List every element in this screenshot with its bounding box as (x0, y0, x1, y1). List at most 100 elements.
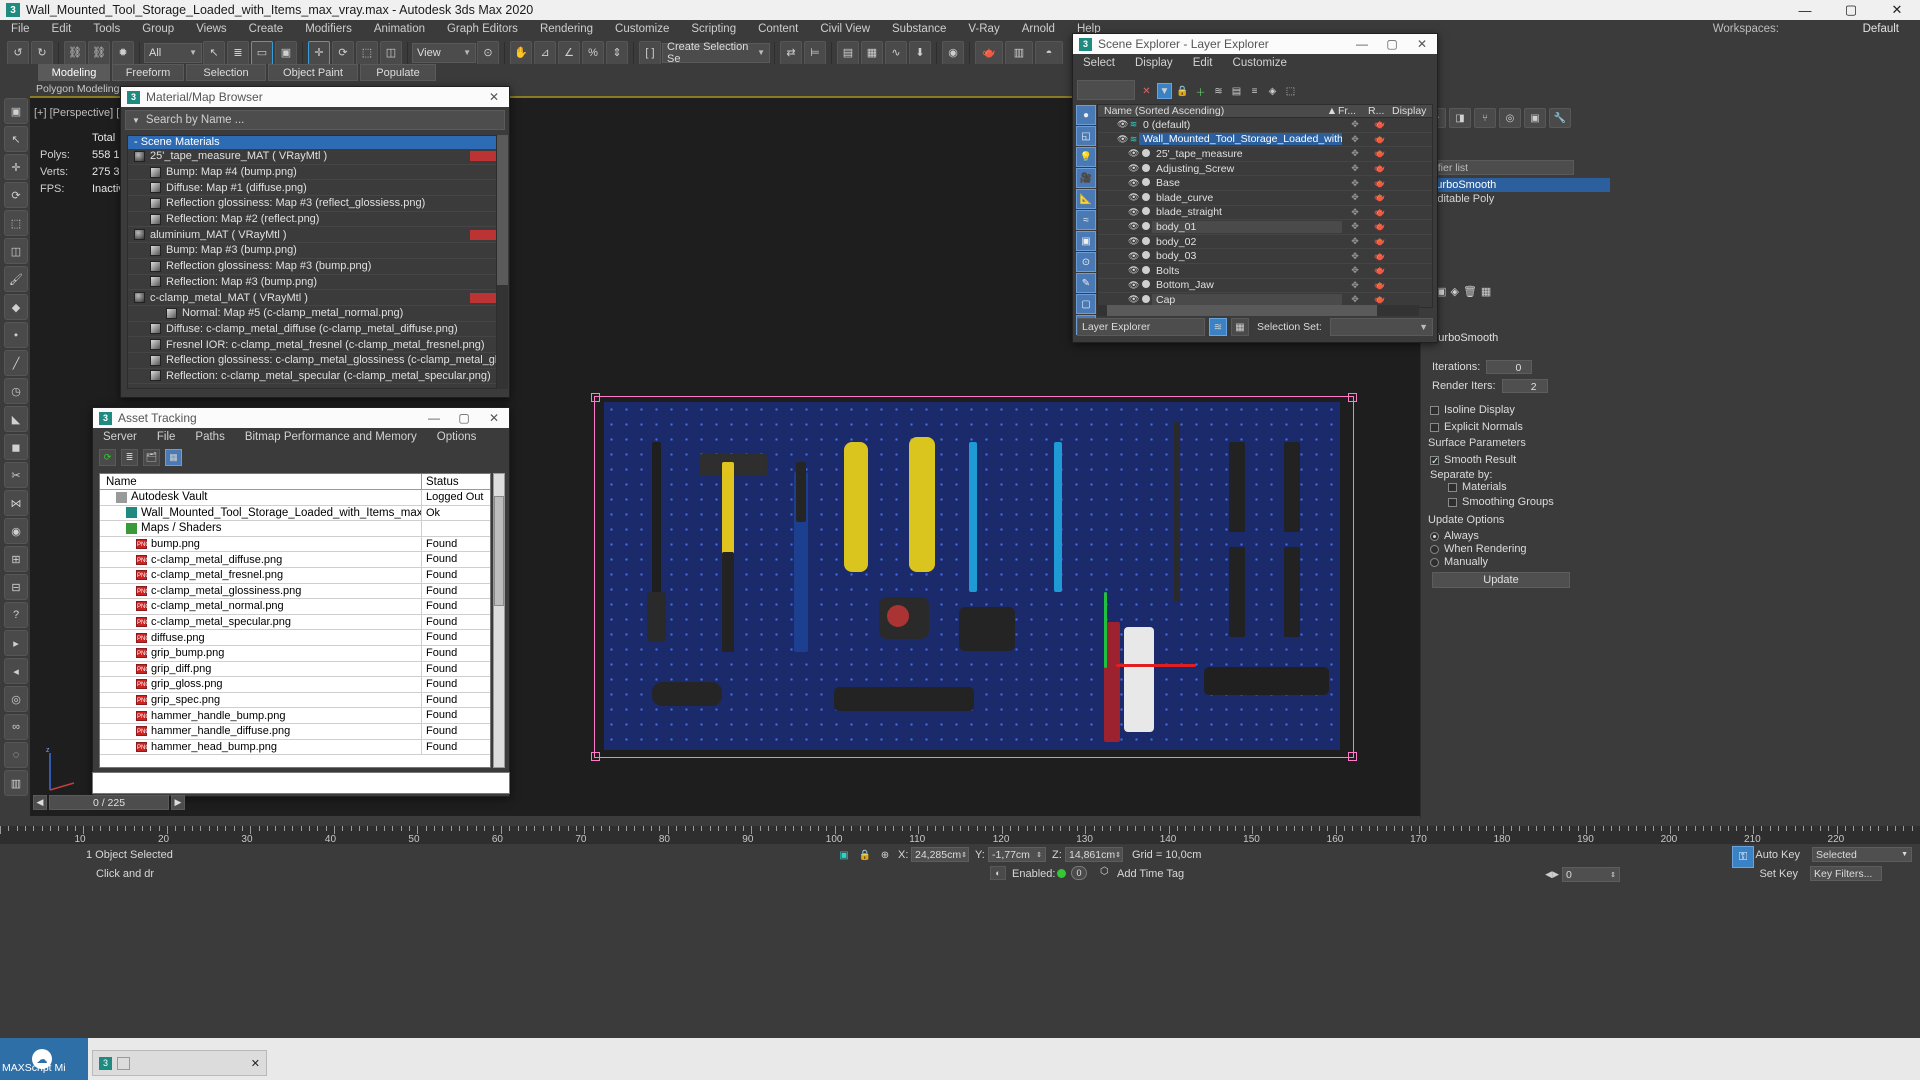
column-renderable[interactable]: R... (1368, 105, 1392, 117)
remove-modifier-icon[interactable]: 🗑 (1463, 285, 1477, 298)
minimize-icon[interactable]: — (1347, 34, 1377, 54)
view-icon[interactable]: ▥ (4, 770, 28, 796)
column-display[interactable]: Display (1392, 105, 1432, 117)
scene-explorer-icon[interactable]: ▦ (861, 40, 883, 65)
path-icon[interactable]: 🗂 (143, 448, 160, 466)
render-production-icon[interactable]: ◓ (1035, 40, 1063, 65)
asset-row[interactable]: PNG diffuse.png Found (100, 630, 490, 646)
smoothing-groups-checkbox[interactable] (1448, 498, 1457, 507)
renderable-toggle-icon[interactable]: 🫖 (1368, 236, 1392, 247)
layer-row[interactable]: 👁≋Wall_Mounted_Tool_Storage_Loaded_with_… (1098, 133, 1432, 148)
add-layer-icon[interactable]: ＋ (1193, 83, 1208, 99)
close-icon[interactable]: ✕ (479, 87, 509, 107)
column-frozen[interactable]: Fr... (1338, 105, 1368, 117)
asset-menu-file[interactable]: File (147, 431, 186, 443)
map-row[interactable]: Bump: Map #3 (bump.png) (128, 243, 496, 259)
edge-icon[interactable]: ╱ (4, 350, 28, 376)
frozen-toggle-icon[interactable]: ✥ (1342, 207, 1368, 218)
map-row[interactable]: Reflection: c-clamp_metal_specular (c-cl… (128, 369, 496, 385)
highlight-layer-icon[interactable]: ◈ (1265, 83, 1280, 99)
weld-icon[interactable]: ◉ (4, 518, 28, 544)
select-object-icon[interactable]: ↖ (203, 40, 225, 65)
taskbar-close-icon[interactable]: ✕ (251, 1057, 260, 1070)
map-row[interactable]: Fresnel IOR: c-clamp_metal_fresnel (c-cl… (128, 337, 496, 353)
object-row[interactable]: 👁 body_03 ✥ 🫖 (1098, 249, 1432, 264)
visibility-eye-icon[interactable]: 👁 (1128, 148, 1139, 159)
select-icon[interactable]: ↖ (4, 126, 28, 152)
refresh-icon[interactable]: ⟳ (99, 448, 116, 466)
asset-row[interactable]: Wall_Mounted_Tool_Storage_Loaded_with_It… (100, 505, 490, 522)
menu-rendering[interactable]: Rendering (529, 20, 604, 38)
lock-selection-icon[interactable]: 🔒 (858, 848, 872, 863)
ribbon-tab-object-paint[interactable]: Object Paint (268, 64, 358, 81)
asset-table[interactable]: Name Status Autodesk Vault Logged Out Wall… (99, 473, 491, 768)
add-time-tag-text[interactable]: Add Time Tag (1117, 868, 1184, 880)
filter-icon[interactable]: ▼ (1157, 83, 1172, 99)
asset-row[interactable]: PNG grip_diff.png Found (100, 661, 490, 678)
display-tab-icon[interactable]: ▣ (1524, 108, 1546, 128)
containers-filter-icon[interactable]: ▢ (1076, 294, 1096, 314)
visibility-eye-icon[interactable]: 👁 (1128, 251, 1139, 262)
visibility-eye-icon[interactable]: 👁 (1128, 207, 1139, 218)
rotate-icon[interactable]: ⟳ (4, 182, 28, 208)
maximize-icon[interactable]: ▢ (1377, 34, 1407, 54)
ribbon-tab-freeform[interactable]: Freeform (112, 64, 184, 81)
visibility-eye-icon[interactable]: 👁 (1128, 265, 1139, 276)
motion-tab-icon[interactable]: ◎ (1499, 108, 1521, 128)
map-row[interactable]: Reflection: Map #3 (bump.png) (128, 275, 496, 291)
explorer-menu-display[interactable]: Display (1125, 57, 1183, 69)
set-key-button[interactable]: ⚿ (1732, 846, 1754, 868)
menu-civil-view[interactable]: Civil View (809, 20, 881, 38)
menu-substance[interactable]: Substance (881, 20, 957, 38)
create-selection-set-combo[interactable]: Create Selection Se ▼ (662, 41, 770, 65)
modifier-stack[interactable]: TurboSmooth Editable Poly (1424, 178, 1610, 206)
asset-row[interactable]: PNG c-clamp_metal_glossiness.png Found (100, 583, 490, 600)
unlink-icon[interactable]: ⛓ (88, 40, 110, 65)
asset-row[interactable]: PNG hammer_head_bump.png Found (100, 739, 490, 756)
scene-explorer-hscrollbar[interactable] (1097, 305, 1419, 316)
visibility-eye-icon[interactable]: 👁 (1128, 178, 1139, 189)
adaptive-degradation-icon[interactable]: ◐ (990, 866, 1006, 880)
frozen-toggle-icon[interactable]: ✥ (1342, 251, 1368, 262)
close-button[interactable]: ✕ (1874, 0, 1920, 20)
material-editor-icon[interactable]: ◉ (942, 40, 964, 65)
shapes-filter-icon[interactable]: ◱ (1076, 126, 1096, 146)
space-warps-filter-icon[interactable]: ≈ (1076, 210, 1096, 230)
modifier-turbosmooth[interactable]: TurboSmooth (1424, 178, 1610, 192)
material-search-field[interactable]: ▼ Search by Name ... (125, 110, 505, 130)
key-filters-button[interactable]: Key Filters... (1810, 866, 1882, 881)
workspace-icon[interactable]: ▣ (4, 98, 28, 124)
manually-radio[interactable] (1430, 558, 1439, 567)
asset-row[interactable]: PNG grip_bump.png Found (100, 645, 490, 662)
undo-icon[interactable]: ↺ (7, 40, 29, 65)
configure-sets-icon[interactable]: ▦ (1481, 285, 1491, 298)
layers-stack-icon[interactable]: ≋ (1211, 83, 1226, 99)
move-icon[interactable]: ✛ (4, 154, 28, 180)
taskbar-restore-icon[interactable] (117, 1056, 130, 1070)
vertex-icon[interactable]: ⬩ (4, 322, 28, 348)
placement-icon[interactable]: ◫ (380, 40, 402, 65)
snap-toggle-icon[interactable]: ⊿ (534, 40, 556, 65)
taskbar-item[interactable]: 3 ✕ (92, 1050, 267, 1076)
material-row[interactable]: c-clamp_metal_MAT ( VRayMtl ) (128, 290, 496, 306)
visibility-eye-icon[interactable]: 👁 (1117, 134, 1128, 145)
object-row[interactable]: 👁 Base ✥ 🫖 (1098, 176, 1432, 191)
visibility-eye-icon[interactable]: 👁 (1117, 119, 1128, 130)
time-slider-handle[interactable]: 0 / 225 (49, 795, 169, 810)
cut-icon[interactable]: ✂ (4, 462, 28, 488)
hierarchy-tab-icon[interactable]: ⑂ (1474, 108, 1496, 128)
frozen-toggle-icon[interactable]: ✥ (1342, 236, 1368, 247)
set-key-button-label[interactable]: Set Key (1759, 868, 1798, 880)
visibility-eye-icon[interactable]: 👁 (1128, 280, 1139, 291)
close-icon[interactable]: ✕ (479, 408, 509, 428)
element-icon[interactable]: ◼ (4, 434, 28, 460)
column-status[interactable]: Status (422, 474, 490, 489)
selection-set-combo[interactable]: ▼ (1329, 318, 1433, 336)
asset-row[interactable]: PNG grip_gloss.png Found (100, 677, 490, 693)
time-tag-icon[interactable]: ⬡ (1100, 866, 1109, 877)
grow-icon[interactable]: ▸ (4, 630, 28, 656)
percent-snap-icon[interactable]: % (582, 40, 604, 65)
menu-animation[interactable]: Animation (363, 20, 436, 38)
mirror-icon[interactable]: ⇄ (780, 40, 802, 65)
visibility-eye-icon[interactable]: 👁 (1128, 221, 1139, 232)
